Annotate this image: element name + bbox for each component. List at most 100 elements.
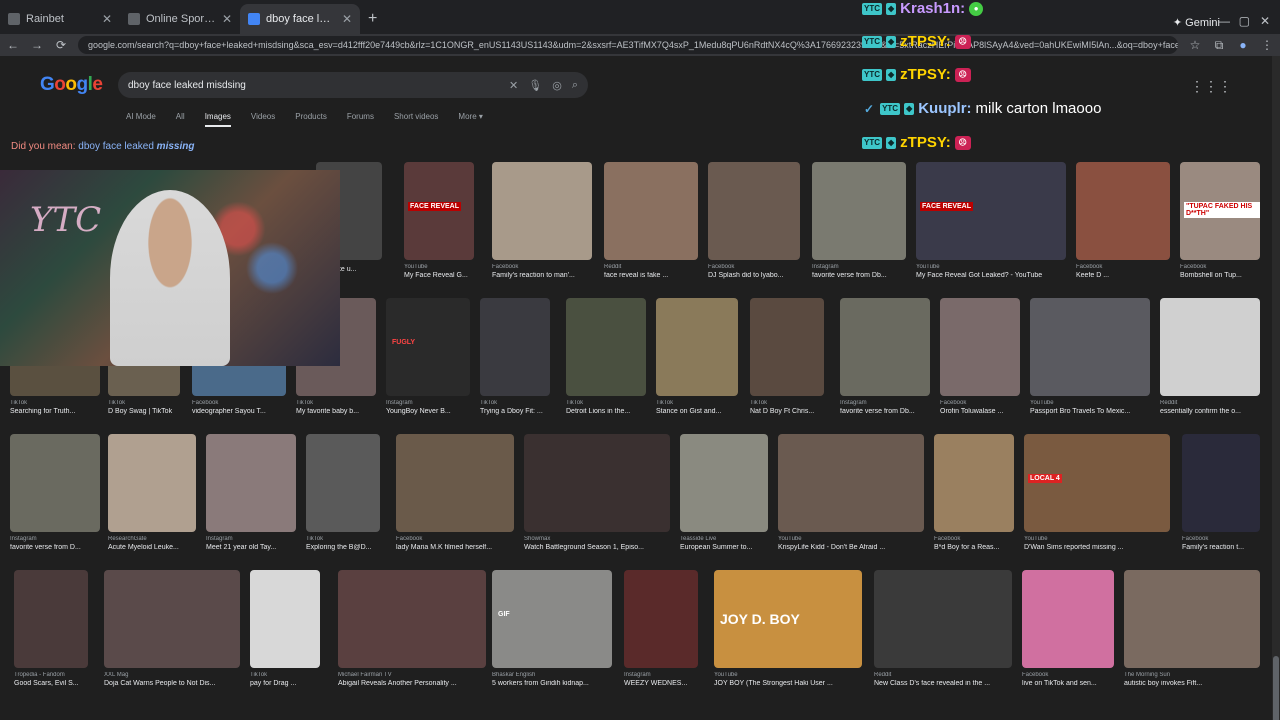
image-result[interactable]: YouTube My Face Reveal Got Leaked? - YouT…: [916, 162, 1066, 279]
search-icon[interactable]: ⌕: [572, 79, 578, 92]
tab-sportsbook[interactable]: Online Sportsbook - Rainbet ✕: [120, 4, 240, 34]
result-caption[interactable]: videographer Sayou T...: [192, 408, 286, 415]
result-thumbnail[interactable]: [1022, 570, 1114, 668]
result-thumbnail[interactable]: [750, 298, 824, 396]
image-result[interactable]: Reddit essentially confirm the o...: [1160, 298, 1260, 415]
result-caption[interactable]: European Summer to...: [680, 544, 768, 551]
filter-forums[interactable]: Forums: [347, 112, 374, 127]
image-result[interactable]: Instagram favorite verse from Db...: [812, 162, 906, 279]
filter-more[interactable]: More ▾: [458, 112, 482, 127]
filter-videos[interactable]: Videos: [251, 112, 275, 127]
result-caption[interactable]: 5 workers from Giridih kidnap...: [492, 680, 612, 687]
result-thumbnail[interactable]: [680, 434, 768, 532]
image-result[interactable]: Facebook DJ Splash did to lyabo...: [708, 162, 800, 279]
result-caption[interactable]: live on TikTok and sen...: [1022, 680, 1114, 687]
apps-grid-icon[interactable]: ⋮⋮⋮: [1190, 78, 1232, 95]
search-box[interactable]: dboy face leaked misdsing ✕ 🎙 ◎ ⌕: [118, 72, 588, 98]
close-icon[interactable]: ✕: [102, 12, 112, 26]
result-thumbnail[interactable]: [1030, 298, 1150, 396]
result-caption[interactable]: Good Scars, Evil S...: [14, 680, 88, 687]
result-thumbnail[interactable]: [940, 298, 1020, 396]
result-caption[interactable]: Exploring the B@D...: [306, 544, 380, 551]
filter-products[interactable]: Products: [295, 112, 327, 127]
result-caption[interactable]: Passport Bro Travels To Mexic...: [1030, 408, 1150, 415]
image-result[interactable]: Teasside Live European Summer to...: [680, 434, 768, 551]
maximize-icon[interactable]: ▢: [1239, 14, 1250, 28]
image-result[interactable]: Bhaskar English 5 workers from Giridih ki…: [492, 570, 612, 687]
close-icon[interactable]: ✕: [222, 12, 232, 26]
result-caption[interactable]: Acute Myeloid Leuke...: [108, 544, 196, 551]
url-field[interactable]: google.com/search?q=dboy+face+leaked+mis…: [78, 36, 1178, 54]
image-result[interactable]: Facebook live on TikTok and sen...: [1022, 570, 1114, 687]
result-caption[interactable]: Watch Battleground Season 1, Episo...: [524, 544, 670, 551]
image-result[interactable]: YouTube D'Wan Sims reported missing ... LO…: [1024, 434, 1170, 551]
image-result[interactable]: Facebook Family's reaction t...: [1182, 434, 1260, 551]
result-thumbnail[interactable]: [566, 298, 646, 396]
result-thumbnail[interactable]: [404, 162, 474, 260]
result-thumbnail[interactable]: [708, 162, 800, 260]
result-caption[interactable]: Detroit Lions in the...: [566, 408, 646, 415]
new-tab-button[interactable]: +: [360, 10, 385, 34]
google-logo[interactable]: Google: [40, 74, 103, 96]
image-result[interactable]: TikTok pay for Drag ...: [250, 570, 320, 687]
result-thumbnail[interactable]: [396, 434, 514, 532]
result-thumbnail[interactable]: [604, 162, 698, 260]
result-thumbnail[interactable]: [108, 434, 196, 532]
result-thumbnail[interactable]: [206, 434, 296, 532]
result-thumbnail[interactable]: [934, 434, 1014, 532]
result-caption[interactable]: New Class D's face revealed in the ...: [874, 680, 1012, 687]
gemini-button[interactable]: ✦ Gemini: [1173, 16, 1220, 29]
image-result[interactable]: Facebook Family's reaction to man'...: [492, 162, 592, 279]
result-thumbnail[interactable]: [386, 298, 470, 396]
profile-avatar-icon[interactable]: ●: [1236, 38, 1250, 52]
lens-icon[interactable]: ◎: [552, 79, 562, 92]
result-thumbnail[interactable]: [840, 298, 930, 396]
filter-images[interactable]: Images: [204, 112, 231, 127]
result-caption[interactable]: Family's reaction t...: [1182, 544, 1260, 551]
result-thumbnail[interactable]: [10, 434, 100, 532]
image-result[interactable]: XXL Mag Doja Cat Warns People to Not Dis.…: [104, 570, 240, 687]
result-thumbnail[interactable]: [250, 570, 320, 668]
menu-icon[interactable]: ⋮: [1260, 38, 1274, 52]
result-thumbnail[interactable]: [1182, 434, 1260, 532]
reload-icon[interactable]: ⟳: [54, 38, 68, 52]
result-caption[interactable]: Keefe D ...: [1076, 272, 1170, 279]
result-thumbnail[interactable]: [624, 570, 698, 668]
result-caption[interactable]: My Face Reveal G...: [404, 272, 474, 279]
image-result[interactable]: Facebook Orofin Toluwalase ...: [940, 298, 1020, 415]
result-caption[interactable]: face reveal is fake ...: [604, 272, 698, 279]
image-result[interactable]: TikTok Detroit Lions in the...: [566, 298, 646, 415]
result-caption[interactable]: DJ Splash did to lyabo...: [708, 272, 800, 279]
result-caption[interactable]: KrispyLife Kidd - Don't Be Afraid ...: [778, 544, 924, 551]
result-caption[interactable]: Stance on Gist and...: [656, 408, 738, 415]
image-result[interactable]: Reddit New Class D's face revealed in the…: [874, 570, 1012, 687]
image-result[interactable]: The Morning Sun autistic boy invokes Fift…: [1124, 570, 1260, 687]
image-result[interactable]: YouTube My Face Reveal G... FACE REVEAL: [404, 162, 474, 279]
suggestion-link[interactable]: dboy face leaked missing: [78, 141, 194, 152]
result-thumbnail[interactable]: [656, 298, 738, 396]
result-caption[interactable]: JOY BOY (The Strongest Haki User ...: [714, 680, 862, 687]
image-result[interactable]: Instagram favorite verse from D...: [10, 434, 100, 551]
image-result[interactable]: Facebook Bombshell on Tup... "TUPAC FAKED …: [1180, 162, 1260, 279]
result-caption[interactable]: WEEZY WEDNES...: [624, 680, 698, 687]
scrollbar-thumb[interactable]: [1273, 656, 1279, 720]
filter-short-videos[interactable]: Short videos: [394, 112, 438, 127]
result-thumbnail[interactable]: [1124, 570, 1260, 668]
star-icon[interactable]: ☆: [1188, 38, 1202, 52]
image-result[interactable]: YouTube KrispyLife Kidd - Don't Be Afraid…: [778, 434, 924, 551]
result-thumbnail[interactable]: [306, 434, 380, 532]
result-caption[interactable]: Abigail Reveals Another Personality ...: [338, 680, 486, 687]
result-caption[interactable]: lady Maria M.K filmed herself...: [396, 544, 514, 551]
image-result[interactable]: Instagram Meet 21 year old Tay...: [206, 434, 296, 551]
result-caption[interactable]: Searching for Truth...: [10, 408, 100, 415]
search-input[interactable]: dboy face leaked misdsing: [128, 80, 499, 91]
result-thumbnail[interactable]: [104, 570, 240, 668]
scrollbar[interactable]: [1272, 56, 1280, 720]
result-caption[interactable]: autistic boy invokes Fift...: [1124, 680, 1260, 687]
result-thumbnail[interactable]: [492, 162, 592, 260]
forward-icon[interactable]: →: [30, 38, 44, 52]
image-result[interactable]: Instagram WEEZY WEDNES...: [624, 570, 698, 687]
result-caption[interactable]: Trying a Dboy Fit: ...: [480, 408, 550, 415]
mic-icon[interactable]: 🎙: [528, 79, 542, 92]
result-caption[interactable]: D'Wan Sims reported missing ...: [1024, 544, 1170, 551]
